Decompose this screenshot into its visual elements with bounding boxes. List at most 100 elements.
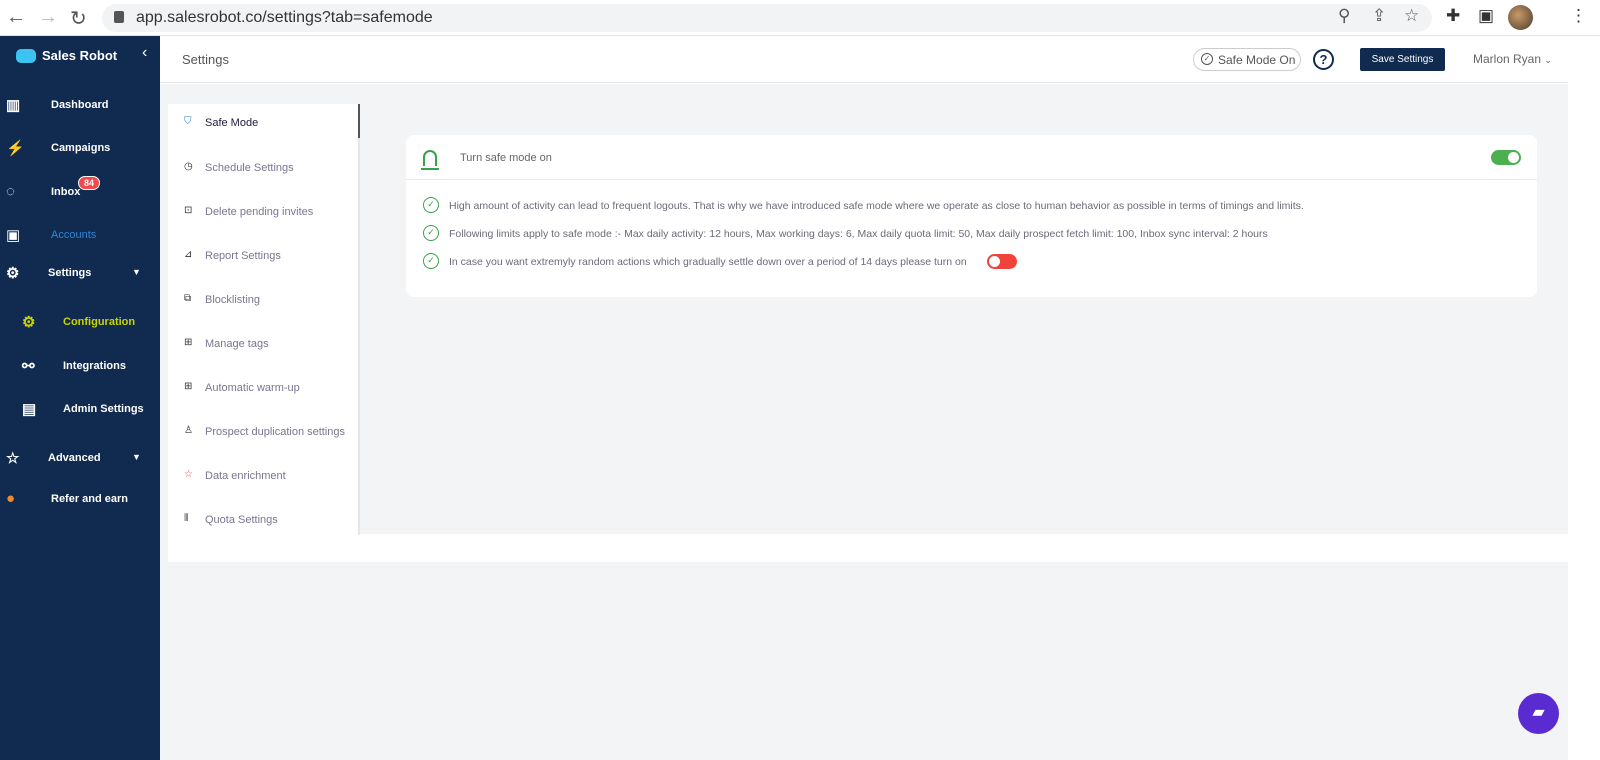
brand-logo[interactable]: Sales Robot xyxy=(16,48,117,63)
tags-icon: ⊞ xyxy=(184,381,193,392)
back-icon[interactable]: ← xyxy=(6,6,26,29)
settings-nav-label: Blocklisting xyxy=(205,294,261,306)
settings-nav: ⛉ Safe Mode ◷ Schedule Settings ⊡ Delete pe… xyxy=(168,104,360,535)
copy-icon: ⧉ xyxy=(184,293,192,304)
sidebar-item-label: Admin Settings xyxy=(63,403,144,415)
settings-nav-safe-mode[interactable]: ⛉ Safe Mode xyxy=(168,112,358,136)
gear-icon: ⚙ xyxy=(22,314,36,331)
settings-nav-label: Delete pending invites xyxy=(205,206,314,218)
forward-icon[interactable]: → xyxy=(38,6,58,29)
lightning-icon: ⚡ xyxy=(6,140,25,157)
sidebar-item-integrations[interactable]: ⚯ Integrations xyxy=(0,355,160,379)
safe-mode-pill-label: Safe Mode On xyxy=(1218,53,1296,67)
star-icon: ☆ xyxy=(184,469,193,480)
box-icon: ⊡ xyxy=(184,205,193,216)
sidebar-item-dashboard[interactable]: ▥ Dashboard xyxy=(0,94,160,118)
toggle-knob xyxy=(989,256,1000,267)
settings-nav-delete-invites[interactable]: ⊡ Delete pending invites xyxy=(168,201,358,225)
sidebar-item-inbox[interactable]: ◌ Inbox 84 xyxy=(0,176,160,205)
sidebar: Sales Robot ‹ ▥ Dashboard ⚡ Campaigns ◌ Inb… xyxy=(0,36,160,760)
sidebar-item-label: Integrations xyxy=(63,360,126,372)
save-settings-button[interactable]: Save Settings xyxy=(1360,48,1445,71)
settings-nav-label: Safe Mode xyxy=(205,117,259,129)
linkedin-icon: ▣ xyxy=(6,227,21,244)
safe-mode-toggle[interactable] xyxy=(1491,150,1521,165)
chat-icon: ◌ xyxy=(6,183,15,200)
sidebar-item-campaigns[interactable]: ⚡ Campaigns xyxy=(0,137,160,161)
sidebar-item-refer-and-earn[interactable]: ● Refer and earn xyxy=(0,488,160,512)
robot-icon xyxy=(16,48,36,63)
check-circle-icon: ✓ xyxy=(1201,53,1213,65)
reload-icon[interactable]: ↻ xyxy=(70,6,87,31)
sidebar-item-label: Dashboard xyxy=(51,99,109,111)
content-footer-strip xyxy=(168,534,1568,562)
settings-nav-prospect-duplication[interactable]: ♙ Prospect duplication settings xyxy=(168,421,358,445)
sidebar-item-accounts[interactable]: ▣ Accounts xyxy=(0,224,160,248)
random-actions-toggle[interactable] xyxy=(987,254,1017,269)
settings-nav-report[interactable]: ⊿ Report Settings xyxy=(168,245,358,269)
chat-bubble-icon: ▰ xyxy=(1532,704,1545,721)
info-text: In case you want extremyly random action… xyxy=(449,256,967,268)
settings-nav-data-enrichment[interactable]: ☆ Data enrichment xyxy=(168,465,358,489)
sidebar-item-settings[interactable]: ⚙ Settings ▼ xyxy=(0,262,160,286)
bookmark-star-icon[interactable]: ☆ xyxy=(1404,6,1419,26)
settings-nav-manage-tags[interactable]: ⊞ Manage tags xyxy=(168,333,358,357)
tags-icon: ⊞ xyxy=(184,337,193,348)
profile-avatar[interactable] xyxy=(1508,5,1533,30)
chart-icon: ⊿ xyxy=(184,249,193,260)
shield-icon: ⛉ xyxy=(184,116,192,127)
sidebar-item-advanced[interactable]: ☆ Advanced ▼ xyxy=(0,447,160,471)
extensions-icon[interactable]: ✚ xyxy=(1446,6,1460,26)
side-panel-icon[interactable]: ▣ xyxy=(1478,6,1494,26)
settings-nav-label: Data enrichment xyxy=(205,470,286,482)
chevron-down-icon: ⌄ xyxy=(1544,55,1552,65)
share-icon[interactable]: ⇪ xyxy=(1372,6,1386,26)
sidebar-item-label: Refer and earn xyxy=(51,493,129,505)
brand-name: Sales Robot xyxy=(42,48,118,63)
sidebar-item-label: Advanced xyxy=(48,452,101,464)
settings-nav-schedule[interactable]: ◷ Schedule Settings xyxy=(168,157,358,181)
page-gutter xyxy=(1568,36,1600,760)
caret-down-icon: ▼ xyxy=(132,267,141,277)
settings-nav-label: Quota Settings xyxy=(205,514,278,526)
star-icon: ☆ xyxy=(6,450,20,467)
sidebar-item-label: Settings xyxy=(48,267,92,279)
check-circle-icon: ✓ xyxy=(423,225,439,241)
top-header: Settings ✓ Safe Mode On ? Save Settings M… xyxy=(160,36,1600,83)
settings-nav-label: Prospect duplication settings xyxy=(205,426,346,438)
card-title: Turn safe mode on xyxy=(460,152,552,164)
clock-icon: ◷ xyxy=(184,161,193,172)
caret-down-icon: ▼ xyxy=(132,452,141,462)
sidebar-item-configuration[interactable]: ⚙ Configuration xyxy=(0,311,160,335)
safe-mode-status-pill[interactable]: ✓ Safe Mode On xyxy=(1193,48,1301,71)
settings-nav-label: Automatic warm-up xyxy=(205,382,300,394)
main-content: ⛉ Safe Mode ◷ Schedule Settings ⊡ Delete pe… xyxy=(160,84,1568,760)
check-circle-icon: ✓ xyxy=(423,197,439,213)
browser-toolbar: ← → ↻ app.salesrobot.co/settings?tab=saf… xyxy=(0,0,1600,36)
sidebar-item-label: Accounts xyxy=(51,229,97,241)
bar-chart-icon: ▥ xyxy=(6,97,21,114)
url-text[interactable]: app.salesrobot.co/settings?tab=safemode xyxy=(136,9,433,27)
chat-widget-button[interactable]: ▰ xyxy=(1518,693,1559,734)
info-text: Following limits apply to safe mode :- M… xyxy=(449,228,1268,240)
user-menu[interactable]: Marlon Ryan ⌄ xyxy=(1473,52,1552,66)
sidebar-item-label: Configuration xyxy=(63,316,136,328)
toggle-knob xyxy=(1508,152,1519,163)
zoom-icon[interactable]: ⚲ xyxy=(1338,6,1350,26)
sidebar-item-admin-settings[interactable]: ▤ Admin Settings xyxy=(0,398,160,422)
user-name: Marlon Ryan xyxy=(1473,52,1542,66)
collapse-sidebar-icon[interactable]: ‹ xyxy=(142,44,147,62)
address-bar[interactable]: app.salesrobot.co/settings?tab=safemode xyxy=(102,4,1432,32)
lock-icon xyxy=(114,11,124,23)
menu-icon[interactable]: ⋮ xyxy=(1570,6,1587,26)
alarm-icon xyxy=(421,150,439,170)
hand-coin-icon: ● xyxy=(6,490,16,507)
user-icon: ♙ xyxy=(184,425,193,436)
settings-nav-warm-up[interactable]: ⊞ Automatic warm-up xyxy=(168,377,358,401)
plug-icon: ⚯ xyxy=(22,358,35,375)
help-icon[interactable]: ? xyxy=(1313,49,1334,70)
settings-nav-label: Manage tags xyxy=(205,338,269,350)
settings-nav-blocklisting[interactable]: ⧉ Blocklisting xyxy=(168,289,358,313)
settings-nav-quota[interactable]: ⦀ Quota Settings xyxy=(168,509,358,533)
settings-nav-label: Report Settings xyxy=(205,250,281,262)
